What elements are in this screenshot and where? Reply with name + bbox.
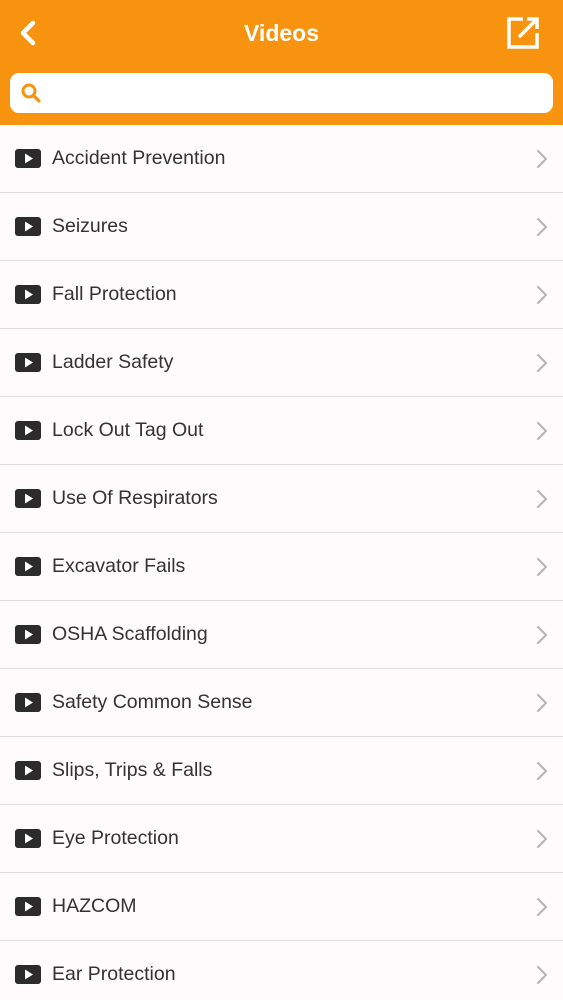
header-bar: Videos (0, 0, 563, 125)
video-list: Accident Prevention Seizures Fall Protec… (0, 125, 563, 1000)
list-item-label: Ladder Safety (52, 351, 174, 373)
list-item[interactable]: Eye Protection (0, 805, 563, 873)
play-icon (15, 285, 41, 304)
list-item-label: Accident Prevention (52, 147, 226, 169)
list-item-label: Excavator Fails (52, 555, 186, 577)
chevron-right-icon (536, 761, 548, 781)
list-item[interactable]: Excavator Fails (0, 533, 563, 601)
chevron-right-icon (536, 965, 548, 985)
list-item-label: Slips, Trips & Falls (52, 759, 213, 781)
list-item[interactable]: Lock Out Tag Out (0, 397, 563, 465)
list-item[interactable]: Fall Protection (0, 261, 563, 329)
list-item-label: Eye Protection (52, 827, 179, 849)
search-input[interactable] (50, 73, 545, 113)
chevron-right-icon (536, 557, 548, 577)
play-icon (15, 693, 41, 712)
play-icon (15, 557, 41, 576)
chevron-right-icon (536, 217, 548, 237)
play-icon (15, 149, 41, 168)
list-item-label: Seizures (52, 215, 128, 237)
chevron-right-icon (536, 489, 548, 509)
list-item[interactable]: Seizures (0, 193, 563, 261)
list-item[interactable]: Accident Prevention (0, 125, 563, 193)
list-item[interactable]: Ladder Safety (0, 329, 563, 397)
play-icon (15, 897, 41, 916)
chevron-left-icon (20, 20, 36, 46)
chevron-right-icon (536, 625, 548, 645)
play-icon (15, 761, 41, 780)
search-icon (21, 83, 41, 103)
list-item-label: Safety Common Sense (52, 691, 253, 713)
list-item-label: Lock Out Tag Out (52, 419, 204, 441)
back-button[interactable] (8, 12, 48, 54)
chevron-right-icon (536, 693, 548, 713)
list-item[interactable]: Use Of Respirators (0, 465, 563, 533)
play-icon (15, 965, 41, 984)
list-item-label: HAZCOM (52, 895, 137, 917)
page-title: Videos (244, 20, 319, 46)
play-icon (15, 421, 41, 440)
search-bar (10, 73, 553, 113)
play-icon (15, 489, 41, 508)
videos-screen: Videos Accident Prevention Seizures Fall… (0, 0, 563, 1000)
play-icon (15, 353, 41, 372)
play-icon (15, 625, 41, 644)
list-item[interactable]: Slips, Trips & Falls (0, 737, 563, 805)
list-item-label: Use Of Respirators (52, 487, 218, 509)
list-item[interactable]: HAZCOM (0, 873, 563, 941)
chevron-right-icon (536, 421, 548, 441)
chevron-right-icon (536, 285, 548, 305)
list-item[interactable]: OSHA Scaffolding (0, 601, 563, 669)
list-item-label: Fall Protection (52, 283, 177, 305)
chevron-right-icon (536, 897, 548, 917)
list-item[interactable]: Safety Common Sense (0, 669, 563, 737)
list-item-label: Ear Protection (52, 963, 176, 985)
list-item-label: OSHA Scaffolding (52, 623, 208, 645)
chevron-right-icon (536, 353, 548, 373)
play-icon (15, 217, 41, 236)
list-item[interactable]: Ear Protection (0, 941, 563, 1000)
external-link-icon (507, 17, 539, 49)
play-icon (15, 829, 41, 848)
open-external-button[interactable] (501, 12, 545, 54)
chevron-right-icon (536, 829, 548, 849)
chevron-right-icon (536, 149, 548, 169)
